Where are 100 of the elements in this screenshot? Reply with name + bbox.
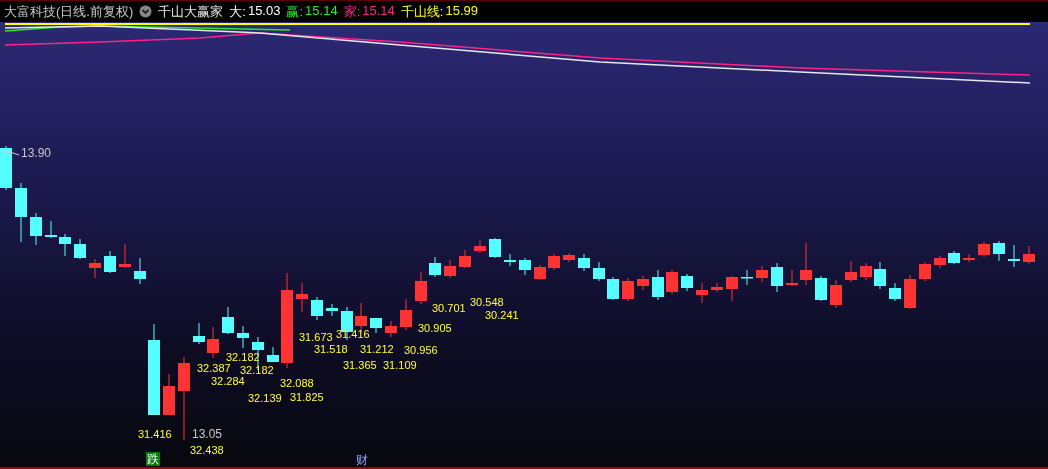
dropdown-icon[interactable] xyxy=(139,5,153,18)
falling-candlestick xyxy=(311,297,323,320)
indicator-label: 赢: xyxy=(286,2,304,21)
indicator-value: 15.14 xyxy=(305,2,338,20)
low-price-label: 13.05 xyxy=(192,428,223,440)
falling-candlestick xyxy=(771,263,783,292)
rising-candlestick xyxy=(459,250,471,268)
falling-candlestick xyxy=(993,241,1005,261)
arrow-icon xyxy=(2,149,20,156)
indicator-value: 15.14 xyxy=(362,2,395,20)
rising-candlestick xyxy=(800,243,812,285)
falling-candlestick xyxy=(370,318,382,333)
rising-candlestick xyxy=(622,278,634,301)
falling-candlestick xyxy=(607,277,619,300)
rising-candlestick xyxy=(548,254,560,270)
falling-candlestick xyxy=(134,258,146,284)
rising-candlestick xyxy=(830,280,842,308)
falling-candlestick xyxy=(578,254,590,271)
falling-candlestick xyxy=(741,270,753,285)
falling-candlestick xyxy=(948,251,960,264)
falling-candlestick xyxy=(74,239,86,259)
rising-candlestick xyxy=(860,263,872,280)
falling-candlestick xyxy=(429,257,441,277)
rising-candlestick xyxy=(637,276,649,290)
rising-candlestick xyxy=(474,240,486,253)
price-label: 31.416 xyxy=(138,428,172,440)
indicator-name: 千山大赢家 xyxy=(158,2,224,21)
indicator-value: 15.03 xyxy=(247,2,281,20)
rising-candlestick xyxy=(696,283,708,303)
indicator-value: 15.99 xyxy=(445,2,478,20)
falling-candlestick xyxy=(1008,245,1020,267)
rising-candlestick xyxy=(89,259,101,278)
falling-candlestick xyxy=(519,258,531,275)
falling-candlestick xyxy=(326,304,338,316)
price-label: 32.088 xyxy=(280,377,314,389)
price-label: 32.284 xyxy=(211,375,245,387)
chart-title: 大富科技(日线.前复权) xyxy=(4,2,134,21)
price-label: 32.182 xyxy=(240,364,274,376)
rising-candlestick xyxy=(1023,246,1035,264)
rising-candlestick xyxy=(385,321,397,337)
rising-candlestick xyxy=(726,276,738,301)
falling-candlestick xyxy=(874,262,886,289)
price-label: 30.548 xyxy=(470,296,504,308)
rising-candlestick xyxy=(563,253,575,262)
price-label: 31.365 xyxy=(343,359,377,371)
price-label: 32.387 xyxy=(197,362,231,374)
falling-candlestick xyxy=(889,283,901,301)
falling-candlestick xyxy=(237,326,249,348)
price-label: 31.416 xyxy=(336,328,370,340)
falling-candlestick xyxy=(45,221,57,238)
falling-candlestick xyxy=(593,262,605,281)
falling-candlestick xyxy=(267,347,279,362)
price-label: 30.956 xyxy=(404,344,438,356)
price-label: 32.182 xyxy=(226,351,260,363)
rising-candlestick xyxy=(786,270,798,286)
rising-candlestick xyxy=(919,262,931,281)
falling-candlestick xyxy=(104,251,116,273)
price-label: 31.212 xyxy=(360,343,394,355)
rising-candlestick xyxy=(119,244,131,268)
price-label: 31.518 xyxy=(314,343,348,355)
rising-candlestick xyxy=(756,266,768,282)
rising-candlestick xyxy=(904,275,916,309)
falling-candlestick xyxy=(193,323,205,344)
rising-candlestick xyxy=(415,272,427,304)
indicator-label: 大: xyxy=(229,2,246,21)
falling-candlestick xyxy=(815,276,827,301)
price-label: 31.109 xyxy=(383,359,417,371)
event-badge[interactable]: 跌 xyxy=(146,452,160,466)
falling-candlestick xyxy=(681,274,693,291)
high-price-label: 13.90 xyxy=(21,147,52,159)
falling-candlestick xyxy=(0,146,12,190)
price-label: 30.241 xyxy=(485,309,519,321)
falling-candlestick xyxy=(59,234,71,256)
indicator-label: 千山线: xyxy=(400,2,444,21)
falling-candlestick xyxy=(652,270,664,300)
price-label: 32.438 xyxy=(190,444,224,456)
event-marker[interactable]: 财 xyxy=(356,453,368,467)
falling-candlestick xyxy=(15,183,27,242)
rising-candlestick xyxy=(444,260,456,278)
rising-candlestick xyxy=(207,327,219,358)
falling-candlestick xyxy=(504,254,516,266)
rising-candlestick xyxy=(666,270,678,294)
price-label: 31.673 xyxy=(299,331,333,343)
rising-candlestick xyxy=(296,283,308,312)
rising-candlestick xyxy=(534,265,546,280)
falling-candlestick xyxy=(222,307,234,334)
rising-candlestick xyxy=(963,254,975,262)
price-label: 31.825 xyxy=(290,391,324,403)
rising-candlestick xyxy=(978,242,990,257)
rising-candlestick xyxy=(400,299,412,330)
rising-candlestick xyxy=(934,256,946,268)
falling-candlestick xyxy=(489,238,501,258)
rising-candlestick xyxy=(711,283,723,292)
falling-candlestick xyxy=(30,213,42,245)
price-label: 30.701 xyxy=(432,302,466,314)
indicator-label: 家: xyxy=(343,2,361,21)
price-label: 30.905 xyxy=(418,322,452,334)
rising-candlestick xyxy=(163,374,175,415)
price-label: 32.139 xyxy=(248,392,282,404)
rising-candlestick xyxy=(845,261,857,282)
